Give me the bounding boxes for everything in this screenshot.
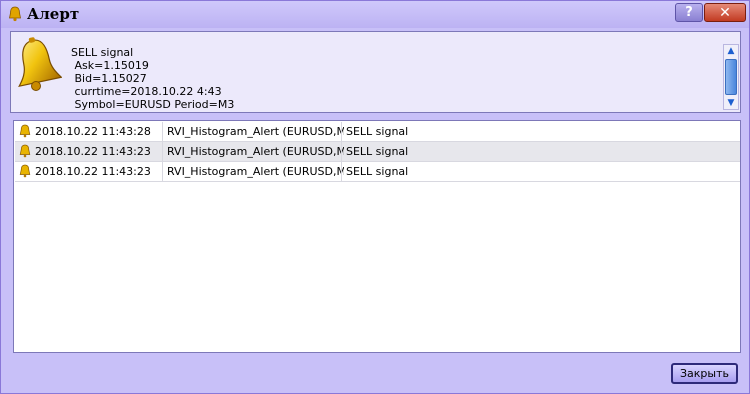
alert-message: SELL signal [341, 162, 736, 181]
list-item[interactable]: 2018.10.22 11:43:23 RVI_Histogram_Alert … [15, 162, 740, 182]
alert-window: Алерт ? ✕ SELL signal Ask=1.15019 Bid=1.… [0, 0, 750, 394]
message-line: Symbol=EURUSD Period=M3 [71, 98, 235, 111]
alert-message: SELL signal [341, 122, 736, 141]
bell-icon [19, 124, 31, 138]
bell-icon [9, 6, 21, 22]
alerts-list[interactable]: 2018.10.22 11:43:28 RVI_Histogram_Alert … [13, 120, 741, 353]
title-bar[interactable]: Алерт ? ✕ [1, 1, 749, 28]
close-window-button[interactable]: ✕ [704, 3, 746, 22]
list-item[interactable]: 2018.10.22 11:43:23 RVI_Histogram_Alert … [15, 142, 740, 162]
scroll-down-arrow-icon[interactable]: ▼ [724, 97, 738, 109]
help-button[interactable]: ? [675, 3, 703, 22]
list-item[interactable]: 2018.10.22 11:43:28 RVI_Histogram_Alert … [15, 122, 740, 142]
alert-message: SELL signal [341, 142, 736, 161]
message-line: Bid=1.15027 [71, 72, 147, 85]
alert-name: RVI_Histogram_Alert (EURUSD,M3) [162, 162, 344, 181]
scroll-thumb[interactable] [725, 59, 737, 95]
message-line: SELL signal [71, 46, 134, 59]
message-panel: SELL signal Ask=1.15019 Bid=1.15027 curr… [10, 31, 741, 113]
message-line: currtime=2018.10.22 4:43 [71, 85, 222, 98]
message-scrollbar[interactable]: ▲ ▼ [723, 44, 739, 110]
scroll-up-arrow-icon[interactable]: ▲ [724, 45, 738, 57]
alert-time: 2018.10.22 11:43:23 [35, 165, 151, 178]
bell-icon [18, 37, 62, 91]
alert-name: RVI_Histogram_Alert (EURUSD,M3) [162, 122, 344, 141]
message-line: Ask=1.15019 [71, 59, 149, 72]
alert-time: 2018.10.22 11:43:23 [35, 145, 151, 158]
close-button[interactable]: Закрыть [671, 363, 738, 384]
bell-icon [19, 164, 31, 178]
window-title: Алерт [27, 5, 80, 23]
bell-icon [19, 144, 31, 158]
alert-time: 2018.10.22 11:43:28 [35, 125, 151, 138]
alert-name: RVI_Histogram_Alert (EURUSD,M3) [162, 142, 344, 161]
